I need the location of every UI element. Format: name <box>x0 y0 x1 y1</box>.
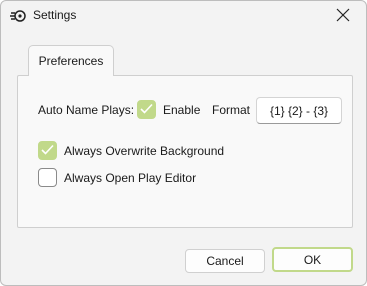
ok-button[interactable]: OK <box>272 247 353 272</box>
enable-checkbox[interactable] <box>137 100 156 119</box>
close-icon <box>336 8 350 25</box>
format-field[interactable]: {1} {2} - {3} <box>256 97 342 124</box>
settings-dialog: Settings Preferences Auto Name Plays: En… <box>0 0 367 286</box>
always-overwrite-background-checkbox[interactable] <box>38 141 57 160</box>
title-bar: Settings <box>1 1 366 31</box>
window-title: Settings <box>33 8 77 22</box>
settings-app-icon <box>10 9 26 23</box>
close-button[interactable] <box>328 4 358 28</box>
tab-preferences[interactable]: Preferences <box>28 45 114 76</box>
always-open-play-editor-checkbox[interactable] <box>38 168 57 187</box>
checkmark-icon <box>140 103 153 117</box>
always-overwrite-background-label: Always Overwrite Background <box>64 144 225 158</box>
auto-name-plays-label: Auto Name Plays: <box>38 103 135 117</box>
enable-label: Enable <box>163 103 201 117</box>
checkmark-icon <box>41 144 54 158</box>
always-open-play-editor-label: Always Open Play Editor <box>64 171 197 185</box>
format-label: Format <box>212 103 251 117</box>
cancel-button[interactable]: Cancel <box>185 249 265 273</box>
